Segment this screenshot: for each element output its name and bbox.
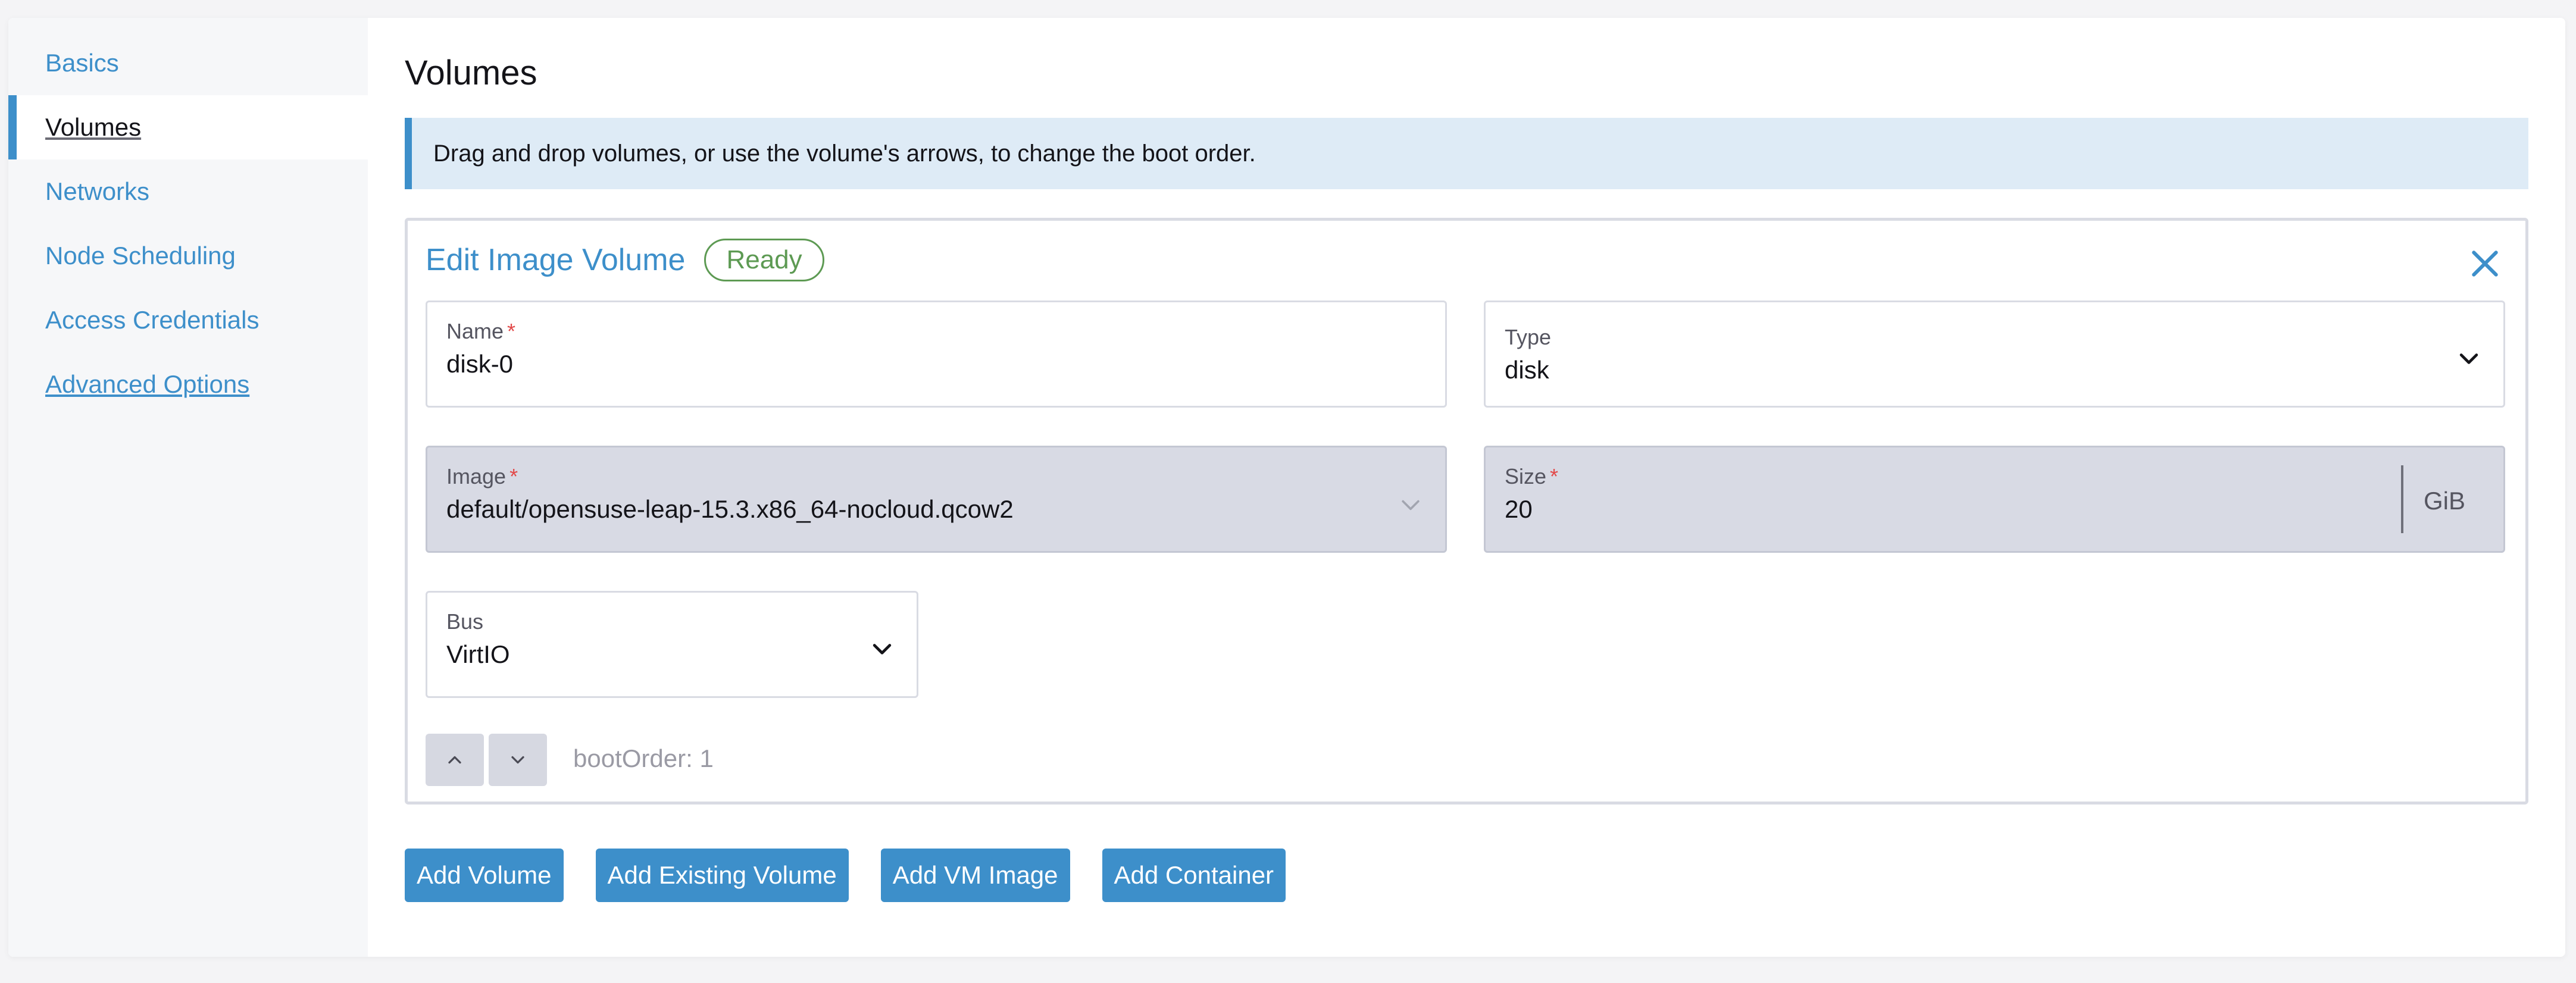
add-vm-image-button[interactable]: Add VM Image: [880, 849, 1070, 902]
image-select: Image * default/opensuse-leap-15.3.x86_64…: [426, 446, 1447, 553]
type-field-label: Type: [1505, 325, 1552, 349]
name-field-label: Name *: [446, 319, 516, 343]
add-volume-button[interactable]: Add Volume: [405, 849, 564, 902]
image-selected-value: default/opensuse-leap-15.3.x86_64-noclou…: [446, 495, 1014, 523]
sidebar-item-node-scheduling[interactable]: Node Scheduling: [8, 224, 368, 288]
size-field-label: Size *: [1505, 464, 1559, 489]
volume-actions: Add Volume Add Existing Volume Add VM Im…: [405, 849, 1286, 902]
sidebar: Basics Volumes Networks Node Scheduling …: [8, 18, 368, 957]
info-banner: Drag and drop volumes, or use the volume…: [405, 118, 2528, 189]
chevron-down-icon: [873, 644, 892, 655]
move-down-button[interactable]: [489, 734, 547, 786]
volume-card-header: Edit Image Volume Ready: [426, 239, 2508, 281]
name-input[interactable]: disk-0: [446, 350, 1426, 378]
sidebar-item-networks[interactable]: Networks: [8, 159, 368, 224]
unit-divider: [2401, 465, 2403, 533]
bus-field-label: Bus: [446, 609, 484, 634]
move-up-button[interactable]: [426, 734, 484, 786]
volume-card-title: Edit Image Volume: [426, 243, 686, 277]
add-existing-volume-button[interactable]: Add Existing Volume: [595, 849, 849, 902]
sidebar-item-basics[interactable]: Basics: [8, 31, 368, 95]
volume-card[interactable]: Edit Image Volume Ready Name * disk-0 Typ…: [405, 218, 2528, 804]
add-container-button[interactable]: Add Container: [1102, 849, 1286, 902]
name-field[interactable]: Name * disk-0: [426, 300, 1447, 408]
size-unit: GiB: [2423, 487, 2465, 515]
info-banner-text: Drag and drop volumes, or use the volume…: [433, 140, 1256, 167]
boot-order-label: bootOrder: 1: [573, 744, 714, 772]
bus-selected-value: VirtIO: [446, 640, 510, 668]
close-icon[interactable]: [2468, 247, 2502, 280]
chevron-up-icon: [448, 756, 461, 764]
sidebar-item-access-credentials[interactable]: Access Credentials: [8, 288, 368, 352]
required-marker: *: [509, 464, 518, 489]
image-field-label: Image *: [446, 464, 518, 489]
chevron-down-icon: [1402, 500, 1420, 511]
sidebar-item-volumes[interactable]: Volumes: [8, 95, 368, 159]
status-badge: Ready: [704, 239, 824, 281]
main-content: Volumes Drag and drop volumes, or use th…: [368, 18, 2565, 957]
size-input: 20: [1505, 495, 1533, 523]
type-selected-value: disk: [1505, 356, 1549, 384]
chevron-down-icon: [2459, 353, 2478, 364]
page-title: Volumes: [405, 54, 537, 92]
chevron-down-icon: [511, 756, 524, 764]
sidebar-item-advanced-options[interactable]: Advanced Options: [8, 352, 368, 417]
type-select[interactable]: Type disk: [1484, 300, 2505, 408]
required-marker: *: [1550, 464, 1559, 489]
bus-select[interactable]: Bus VirtIO: [426, 591, 918, 698]
size-field: Size * 20 GiB: [1484, 446, 2505, 553]
required-marker: *: [507, 319, 516, 343]
app-frame: Basics Volumes Networks Node Scheduling …: [8, 18, 2565, 957]
